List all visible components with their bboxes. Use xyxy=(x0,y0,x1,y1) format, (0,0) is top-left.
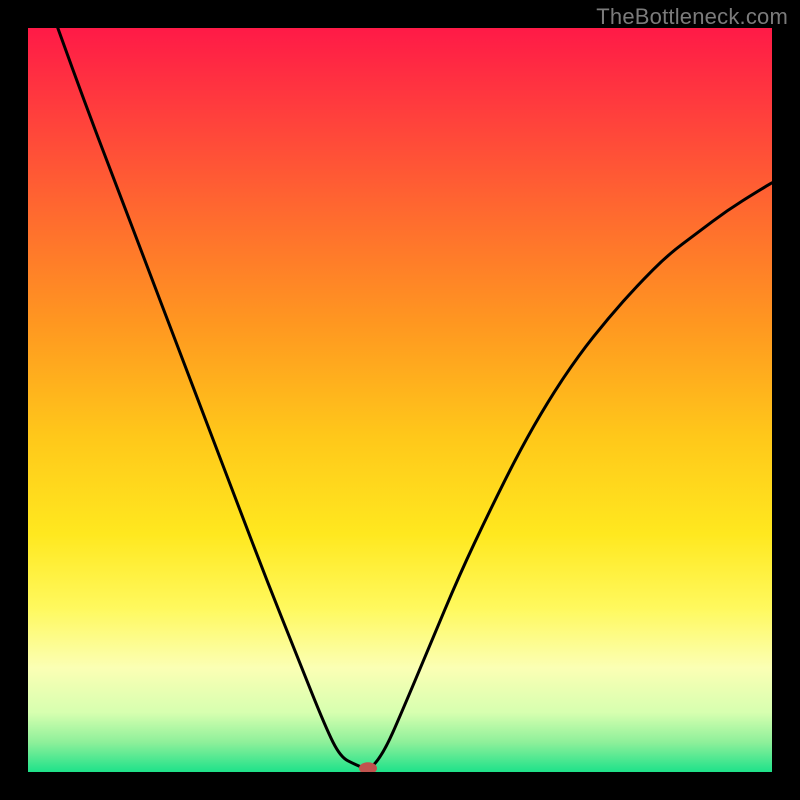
watermark-text: TheBottleneck.com xyxy=(596,4,788,30)
gradient-background xyxy=(28,28,772,772)
plot-area xyxy=(28,28,772,772)
bottleneck-chart xyxy=(28,28,772,772)
outer-frame: TheBottleneck.com xyxy=(0,0,800,800)
